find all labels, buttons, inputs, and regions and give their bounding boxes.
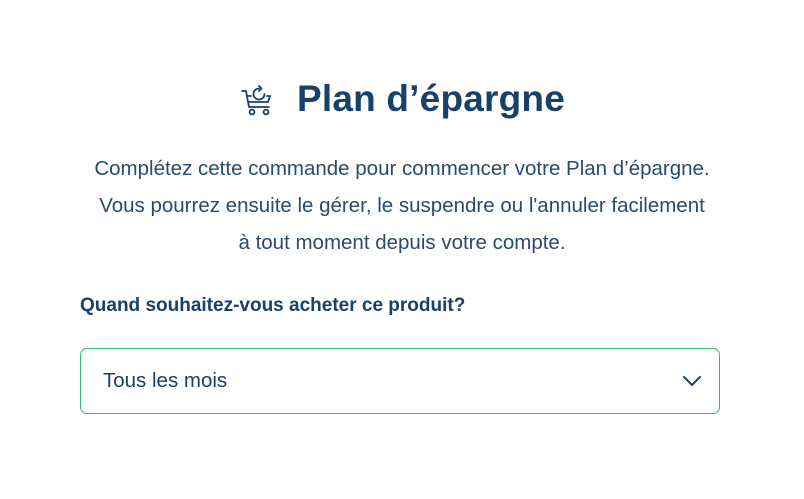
frequency-select[interactable]: Tous les mois <box>80 348 720 414</box>
frequency-selected-value: Tous les mois <box>103 369 228 392</box>
page-title: Plan d’épargne <box>296 78 566 119</box>
shopping-cart-refresh-icon <box>239 83 275 119</box>
title-row: Plan d’épargne <box>0 78 804 120</box>
savings-plan-page: Plan d’épargne Complétez cette commande … <box>0 0 804 499</box>
description-text: Complétez cette commande pour commencer … <box>94 157 710 254</box>
frequency-question-label: Quand souhaitez-vous acheter ce produit? <box>80 295 466 316</box>
chevron-down-icon[interactable] <box>681 374 703 388</box>
